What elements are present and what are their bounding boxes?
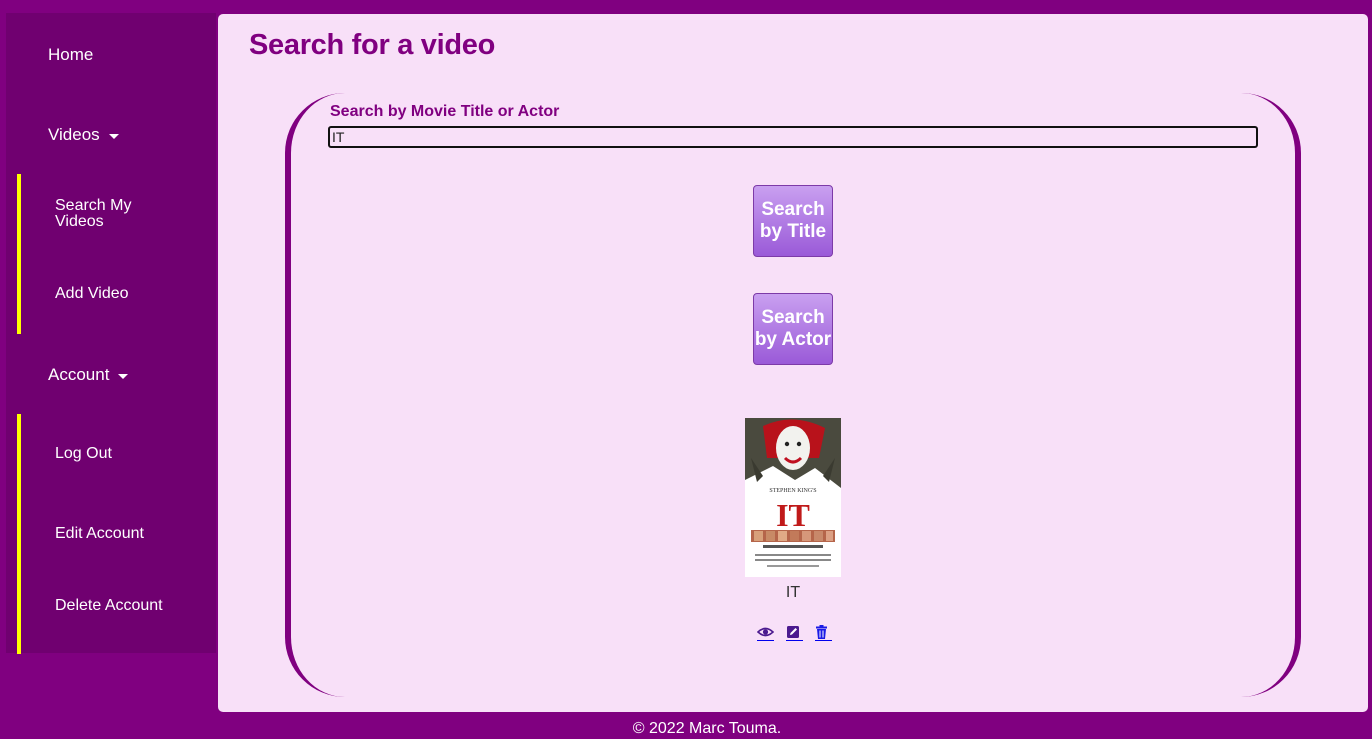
search-label: Search by Movie Title or Actor	[330, 103, 560, 120]
poster-image: STEPHEN KING'S IT	[745, 418, 841, 577]
eye-icon	[756, 627, 775, 637]
pencil-square-icon	[787, 626, 799, 638]
nav-videos-toggle[interactable]: Videos	[48, 125, 119, 145]
main-content: Search for a video Search by Movie Title…	[218, 14, 1368, 712]
delete-icon[interactable]	[815, 625, 832, 641]
nav-search-my-videos[interactable]: Search My Videos	[55, 198, 175, 230]
caret-down-icon	[108, 133, 119, 139]
search-by-actor-button[interactable]: Search by Actor	[753, 293, 833, 365]
nav-home-label: Home	[48, 45, 94, 64]
caret-down-icon	[118, 373, 129, 379]
copyright-text: © 2022 Marc Touma.	[632, 720, 782, 737]
search-input[interactable]	[328, 126, 1258, 148]
nav-log-out[interactable]: Log Out	[55, 446, 175, 462]
nav-add-video[interactable]: Add Video	[55, 286, 175, 302]
nav-delete-account[interactable]: Delete Account	[55, 598, 175, 614]
page-title: Search for a video	[249, 29, 496, 61]
movie-poster[interactable]: STEPHEN KING'S IT	[745, 418, 841, 577]
trash-icon	[816, 625, 827, 639]
edit-icon[interactable]	[786, 625, 803, 641]
svg-text:STEPHEN KING'S: STEPHEN KING'S	[769, 488, 816, 494]
nav-account-toggle[interactable]: Account	[48, 365, 129, 385]
movie-actions	[756, 625, 832, 641]
footer: © 2022 Marc Touma.	[0, 720, 1372, 738]
search-by-title-button[interactable]: Search by Title	[753, 185, 833, 257]
sidebar: Home Videos Search My Videos Add Video A…	[6, 13, 216, 654]
movie-title: IT	[785, 584, 801, 601]
nav-home[interactable]: Home	[48, 45, 93, 65]
search-card	[285, 93, 1301, 697]
nav-videos-label: Videos	[48, 125, 100, 144]
view-icon[interactable]	[756, 625, 775, 641]
poster-title-text: IT	[776, 497, 810, 533]
nav-edit-account[interactable]: Edit Account	[55, 526, 175, 542]
nav-account-label: Account	[48, 365, 110, 384]
